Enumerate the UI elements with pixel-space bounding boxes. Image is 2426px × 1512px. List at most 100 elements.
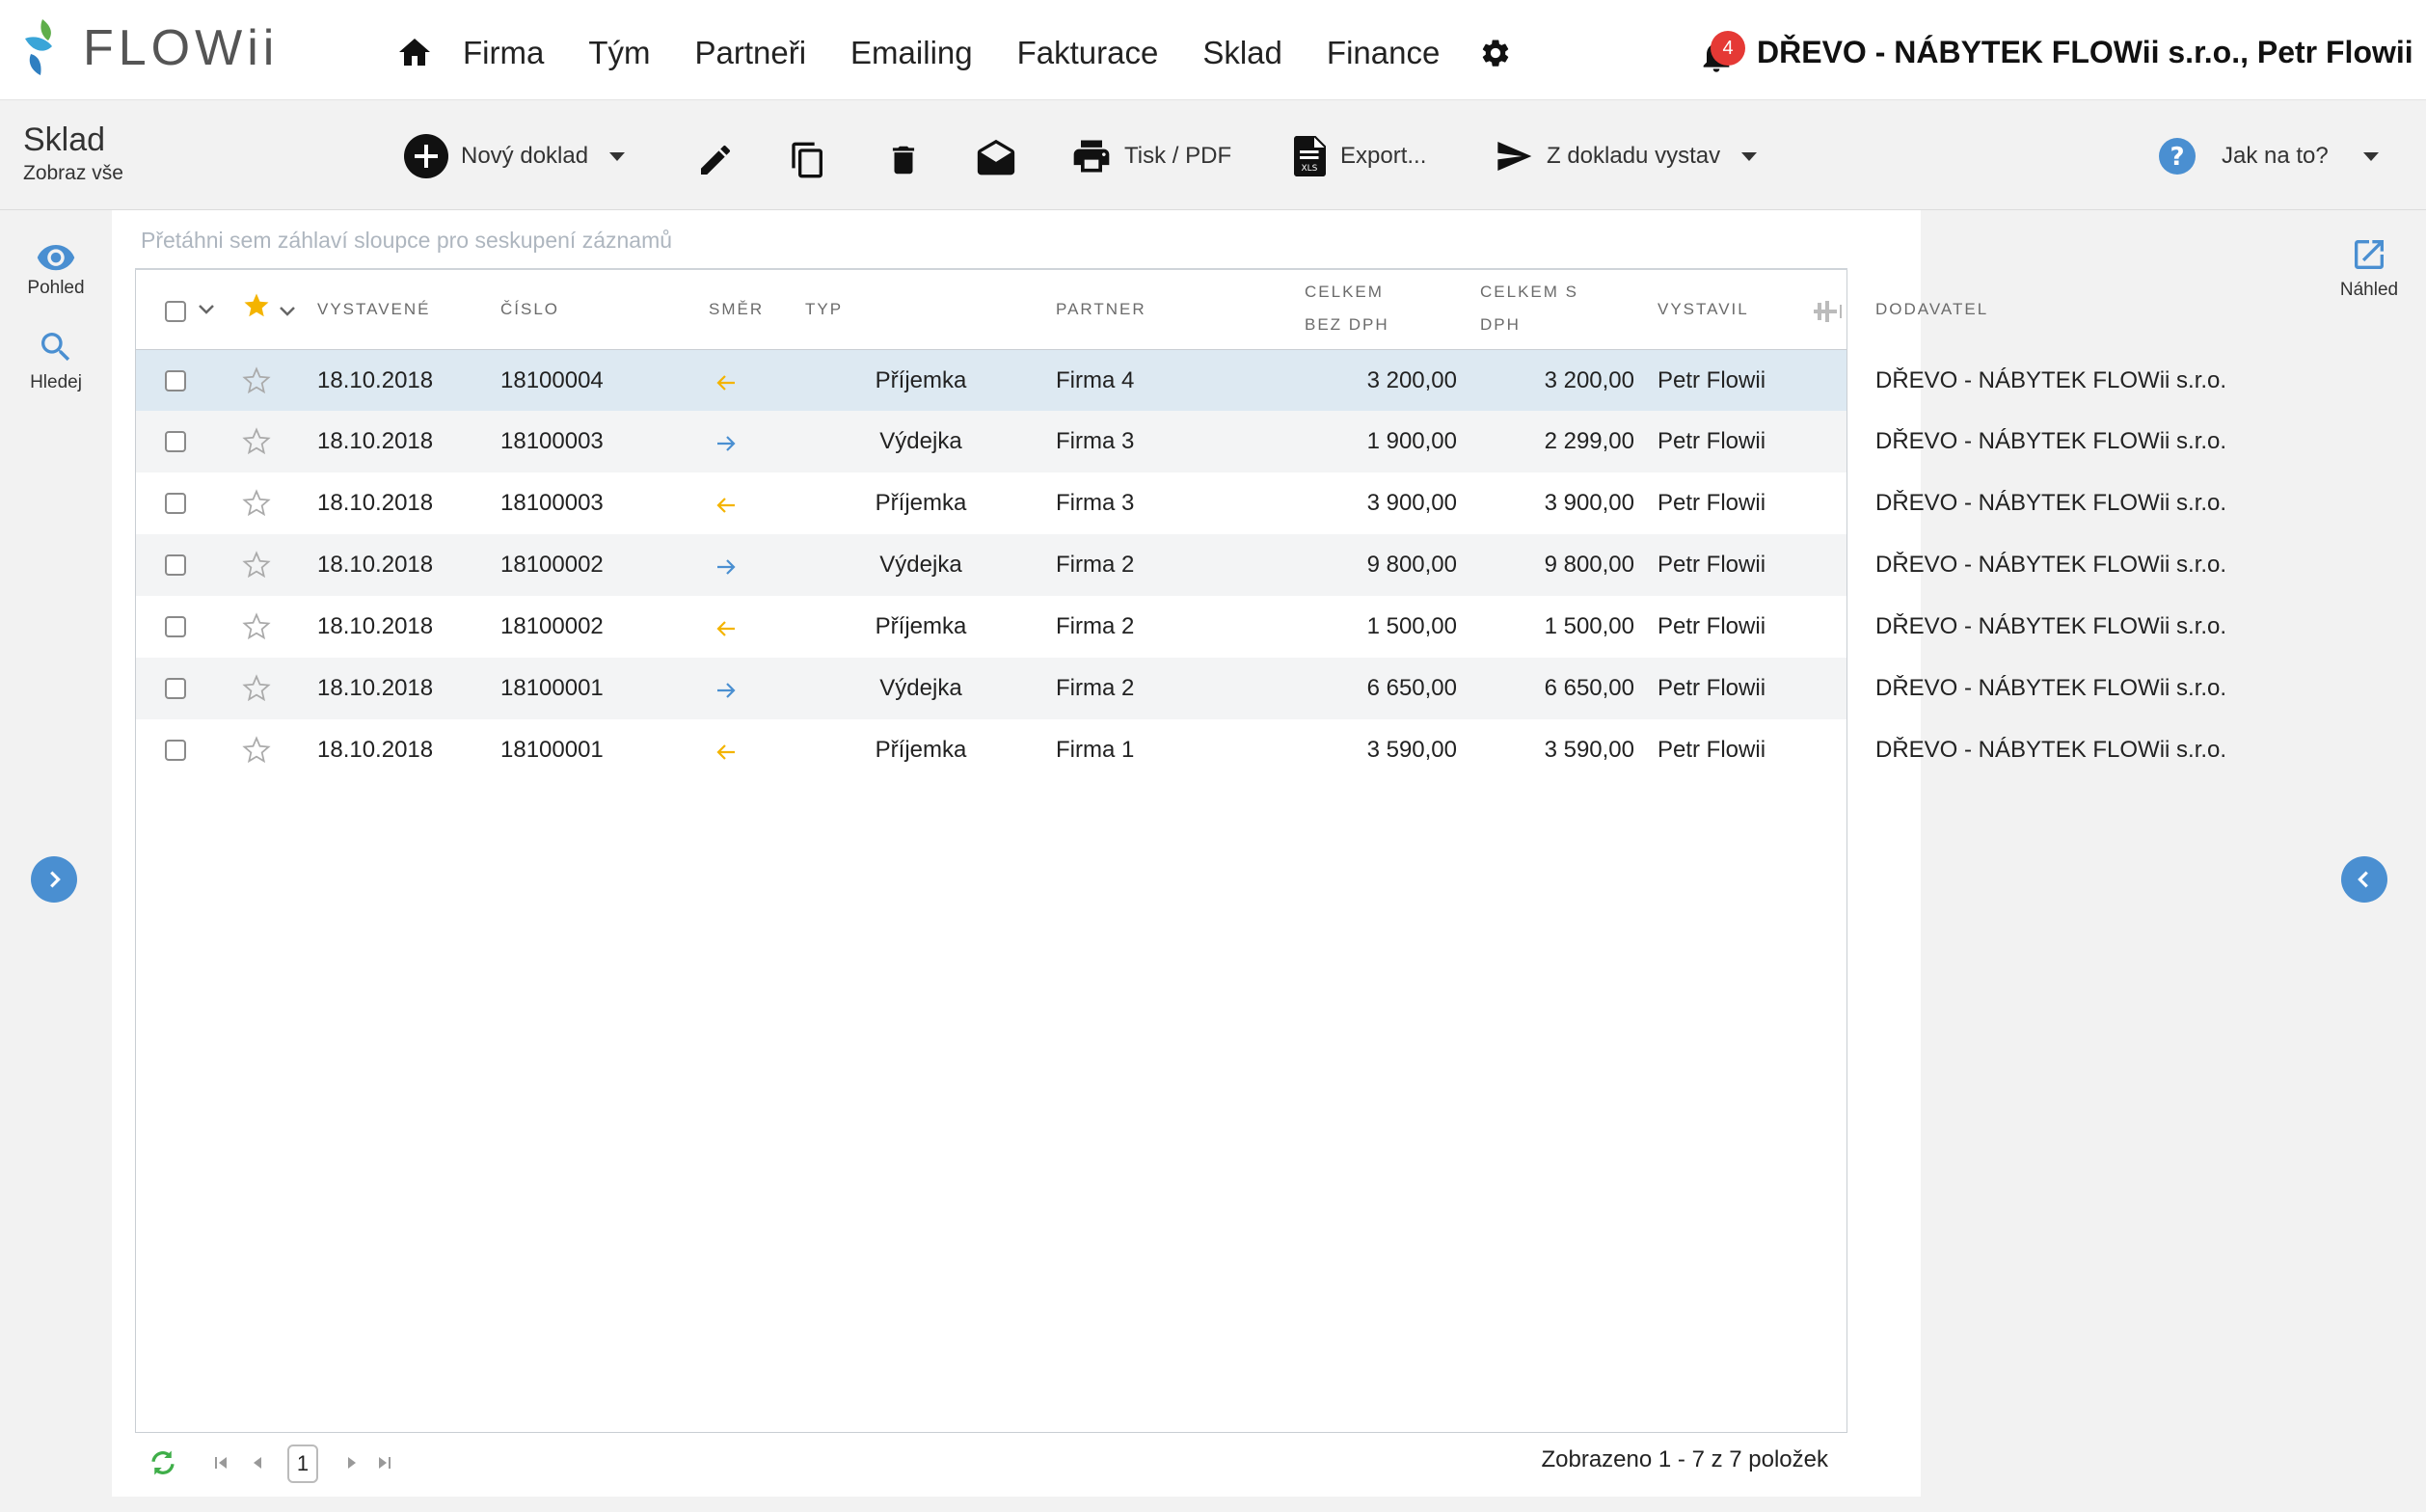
issue-from-document-label: Z dokladu vystav xyxy=(1547,143,1721,169)
cell-total-net: 3 900,00 xyxy=(1366,490,1457,516)
view-button[interactable]: Pohled xyxy=(21,245,91,299)
pagination-bar: 1 Zobrazeno 1 - 7 z 7 položek xyxy=(135,1433,1847,1491)
chevron-down-icon[interactable] xyxy=(279,305,296,318)
collapse-right-panel-button[interactable] xyxy=(2341,856,2387,903)
column-header-type[interactable]: TYP xyxy=(805,293,843,326)
row-checkbox[interactable] xyxy=(165,554,186,576)
refresh-icon[interactable] xyxy=(147,1448,179,1477)
column-header-supplier[interactable]: DODAVATEL xyxy=(1875,293,1988,326)
column-header-total-gross-line1[interactable]: CELKEM S xyxy=(1480,276,1578,309)
cell-issued: 18.10.2018 xyxy=(317,428,434,454)
table-row[interactable]: 18.10.2018 18100002 Příjemka Firma 2 1 500,0… xyxy=(136,596,2226,658)
column-header-partner[interactable]: PARTNER xyxy=(1056,293,1146,326)
cell-total-net: 3 590,00 xyxy=(1366,737,1457,763)
cell-number: 18100003 xyxy=(500,490,604,516)
pagination-summary: Zobrazeno 1 - 7 z 7 položek xyxy=(1541,1446,1828,1472)
row-checkbox[interactable] xyxy=(165,616,186,637)
new-document-label: Nový doklad xyxy=(461,143,589,169)
cell-supplier: DŘEVO - NÁBYTEK FLOWii s.r.o. xyxy=(1875,552,2227,578)
home-icon[interactable] xyxy=(397,37,432,68)
export-label: Export... xyxy=(1340,143,1427,169)
column-header-issued[interactable]: VYSTAVENÉ xyxy=(317,293,431,326)
cell-type: Příjemka xyxy=(875,367,967,393)
help-button[interactable]: ? Jak na to? xyxy=(2158,133,2379,179)
cell-total-gross: 3 200,00 xyxy=(1544,367,1634,393)
last-page-icon[interactable] xyxy=(376,1454,393,1472)
chevron-down-icon[interactable] xyxy=(198,303,215,316)
company-user-name[interactable]: DŘEVO - NÁBYTEK FLOWii s.r.o., Petr Flow… xyxy=(1757,35,2413,70)
table-row[interactable]: 18.10.2018 18100002 Výdejka Firma 2 9 800,00… xyxy=(136,534,2226,596)
chevron-down-icon[interactable] xyxy=(609,151,626,161)
copy-icon[interactable] xyxy=(789,137,827,183)
first-page-icon[interactable] xyxy=(212,1454,229,1472)
nav-item-fakturace[interactable]: Fakturace xyxy=(1017,29,1159,77)
print-pdf-button[interactable]: Tisk / PDF xyxy=(1070,133,1231,179)
column-header-total-net-line1[interactable]: CELKEM xyxy=(1305,276,1384,309)
preview-button[interactable]: Náhled xyxy=(2330,235,2409,301)
previous-page-icon[interactable] xyxy=(249,1454,266,1472)
arrow-right-icon xyxy=(717,436,736,451)
star-outline-icon[interactable] xyxy=(242,551,271,580)
star-outline-icon[interactable] xyxy=(242,612,271,641)
next-page-icon[interactable] xyxy=(343,1454,361,1472)
open-envelope-icon[interactable] xyxy=(974,137,1018,183)
column-header-direction[interactable]: SMĚR xyxy=(709,293,764,326)
table-row[interactable]: 18.10.2018 18100001 Příjemka Firma 1 3 590,0… xyxy=(136,719,2226,781)
table-row[interactable]: 18.10.2018 18100004 Příjemka Firma 4 3 200,0… xyxy=(136,349,2226,411)
cell-issued: 18.10.2018 xyxy=(317,490,434,516)
favorite-star-icon[interactable] xyxy=(242,291,271,320)
column-header-total-net-line2[interactable]: BEZ DPH xyxy=(1305,309,1389,341)
page-title: Sklad xyxy=(23,122,106,158)
cell-type: Výdejka xyxy=(879,428,962,454)
new-document-button[interactable]: Nový doklad xyxy=(403,133,626,179)
cell-number: 18100001 xyxy=(500,737,604,763)
preview-label: Náhled xyxy=(2339,280,2399,300)
table-row[interactable]: 18.10.2018 18100003 Výdejka Firma 3 1 900,00… xyxy=(136,411,2226,472)
export-button[interactable]: XLS Export... xyxy=(1294,133,1426,179)
trash-icon[interactable] xyxy=(885,137,922,183)
edit-pencil-icon[interactable] xyxy=(696,137,735,183)
cell-partner: Firma 3 xyxy=(1056,428,1135,454)
cell-total-net: 6 650,00 xyxy=(1366,675,1457,701)
expand-left-panel-button[interactable] xyxy=(31,856,77,903)
chevron-down-icon[interactable] xyxy=(2362,151,2379,161)
flowii-logo[interactable]: FLOWii xyxy=(21,17,279,79)
column-header-total-gross-line2[interactable]: DPH xyxy=(1480,309,1521,341)
nav-item-emailing[interactable]: Emailing xyxy=(850,29,973,77)
row-checkbox[interactable] xyxy=(165,740,186,761)
row-checkbox[interactable] xyxy=(165,370,186,392)
arrow-left-icon xyxy=(716,498,735,513)
star-outline-icon[interactable] xyxy=(242,366,271,395)
row-checkbox[interactable] xyxy=(165,493,186,514)
arrow-right-icon xyxy=(717,559,736,575)
nav-item-sklad[interactable]: Sklad xyxy=(1202,29,1282,77)
row-checkbox[interactable] xyxy=(165,678,186,699)
column-header-issued-by[interactable]: VYSTAVIL xyxy=(1658,293,1749,326)
star-outline-icon[interactable] xyxy=(242,489,271,518)
chevron-down-icon[interactable] xyxy=(1741,151,1758,161)
gear-icon[interactable] xyxy=(1479,37,1512,69)
table-row[interactable]: 18.10.2018 18100003 Příjemka Firma 3 3 900,0… xyxy=(136,472,2226,534)
print-pdf-label: Tisk / PDF xyxy=(1124,143,1232,169)
star-outline-icon[interactable] xyxy=(242,736,271,765)
nav-item-partneri[interactable]: Partneři xyxy=(694,29,806,77)
top-navigation-bar: FLOWii Firma Tým Partneři Emailing Faktu… xyxy=(0,0,2426,100)
select-all-checkbox[interactable] xyxy=(165,301,186,322)
nav-item-finance[interactable]: Finance xyxy=(1327,29,1440,77)
table-row[interactable]: 18.10.2018 18100001 Výdejka Firma 2 6 650,00… xyxy=(136,658,2226,719)
column-header-number[interactable]: ČÍSLO xyxy=(500,293,559,326)
nav-item-tym[interactable]: Tým xyxy=(588,29,650,77)
column-settings-icon[interactable] xyxy=(1814,299,1845,324)
issue-from-document-button[interactable]: Z dokladu vystav xyxy=(1493,133,1758,179)
search-button[interactable]: Hledej xyxy=(21,328,91,393)
star-outline-icon[interactable] xyxy=(242,427,271,456)
cell-supplier: DŘEVO - NÁBYTEK FLOWii s.r.o. xyxy=(1875,428,2227,454)
star-outline-icon[interactable] xyxy=(242,674,271,703)
row-checkbox[interactable] xyxy=(165,431,186,452)
cell-total-gross: 2 299,00 xyxy=(1544,428,1634,454)
nav-item-firma[interactable]: Firma xyxy=(463,29,544,77)
cell-issued: 18.10.2018 xyxy=(317,613,434,639)
cell-issued-by: Petr Flowii xyxy=(1658,737,1766,763)
group-drop-zone[interactable]: Přetáhni sem záhlaví sloupce pro seskupe… xyxy=(141,228,672,254)
current-page-indicator[interactable]: 1 xyxy=(287,1444,318,1483)
